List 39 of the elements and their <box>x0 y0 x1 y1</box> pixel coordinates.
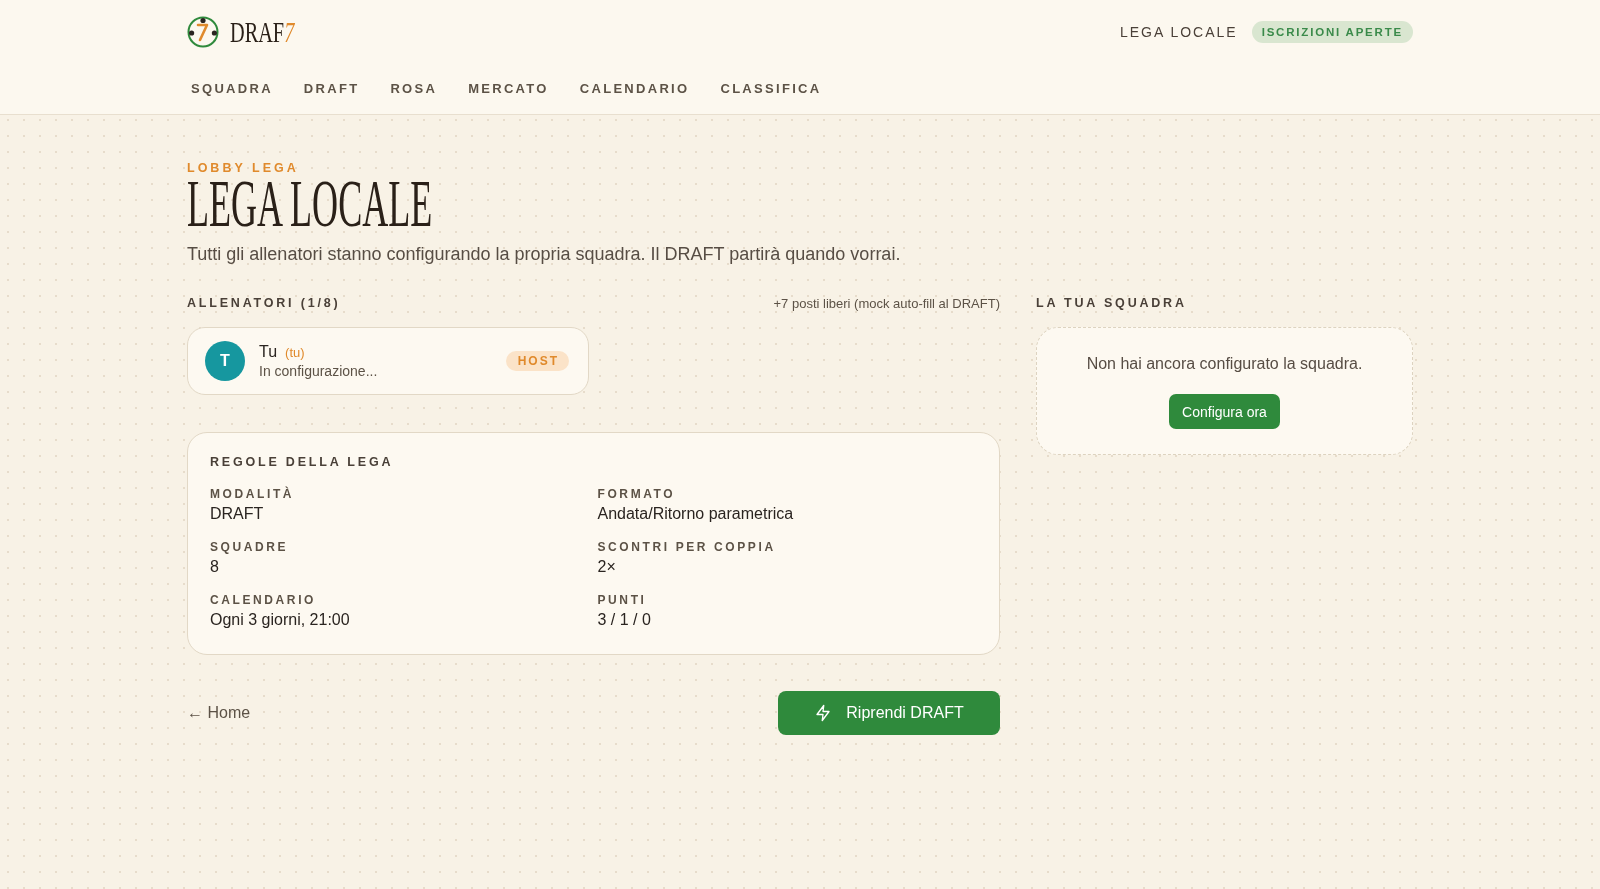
nav-tab[interactable]: SQUADRA <box>191 76 273 102</box>
rule-value: DRAFT <box>210 504 265 524</box>
nav-tab[interactable]: DRAFT <box>303 76 360 102</box>
avatar: T <box>205 341 245 381</box>
nav-tab[interactable]: ROSA <box>390 76 438 102</box>
home-link[interactable]: ← Home <box>187 704 251 722</box>
rule-value: 2× <box>597 557 617 577</box>
logo-icon <box>187 16 219 48</box>
rule-label: FORMATO <box>597 486 677 502</box>
rule-label: SQUADRE <box>210 539 290 555</box>
rule-label: PUNTI <box>597 592 648 608</box>
lightning-icon <box>814 704 833 722</box>
nav-tab[interactable]: CALENDARIO <box>579 76 690 102</box>
page-title: LEGA LOCALE <box>187 176 433 230</box>
nav-tab[interactable]: CLASSIFICA <box>720 76 822 102</box>
page-subtitle: Tutti gli allenatori stanno configurando la propria squadra. Il DRAFT partirà quando vorrai. <box>187 243 902 266</box>
coach-status: In configurazione... <box>259 363 379 379</box>
rule-value: Andata/Ritorno parametrica <box>597 504 795 524</box>
free-slots-note: +7 posti liberi (mock auto-fill al DRAFT) <box>773 295 1000 311</box>
nav-tab[interactable]: MERCATO <box>468 76 549 102</box>
league-name: LEGA LOCALE <box>1119 24 1238 40</box>
rule-value: 3 / 1 / 0 <box>597 610 652 630</box>
resume-draft-button[interactable]: Riprendi DRAFT <box>778 691 1000 735</box>
rule-label: MODALITÀ <box>210 486 296 502</box>
rules-heading: REGOLE DELLA LEGA <box>210 454 395 470</box>
role-badge: HOST <box>505 351 569 371</box>
page-eyebrow: LOBBY LEGA <box>187 160 300 176</box>
rule-label: CALENDARIO <box>210 592 317 608</box>
rule-value: Ogni 3 giorni, 21:00 <box>210 610 351 630</box>
logo-wordmark: DRAF7 <box>230 16 295 48</box>
empty-message: Non hai ancora configurato la squadra. <box>1086 354 1363 374</box>
section-heading: LA TUA SQUADRA <box>1036 295 1187 311</box>
configure-button[interactable]: Configura ora <box>1169 394 1280 429</box>
status-badge: ISCRIZIONI APERTE <box>1251 21 1413 43</box>
rule-value: 8 <box>210 557 220 577</box>
rule-label: SCONTRI PER COPPIA <box>597 539 777 555</box>
you-tag: (tu) <box>285 345 305 360</box>
coach-name: Tu <box>259 343 278 361</box>
section-heading: ALLENATORI (1/8) <box>187 295 341 311</box>
